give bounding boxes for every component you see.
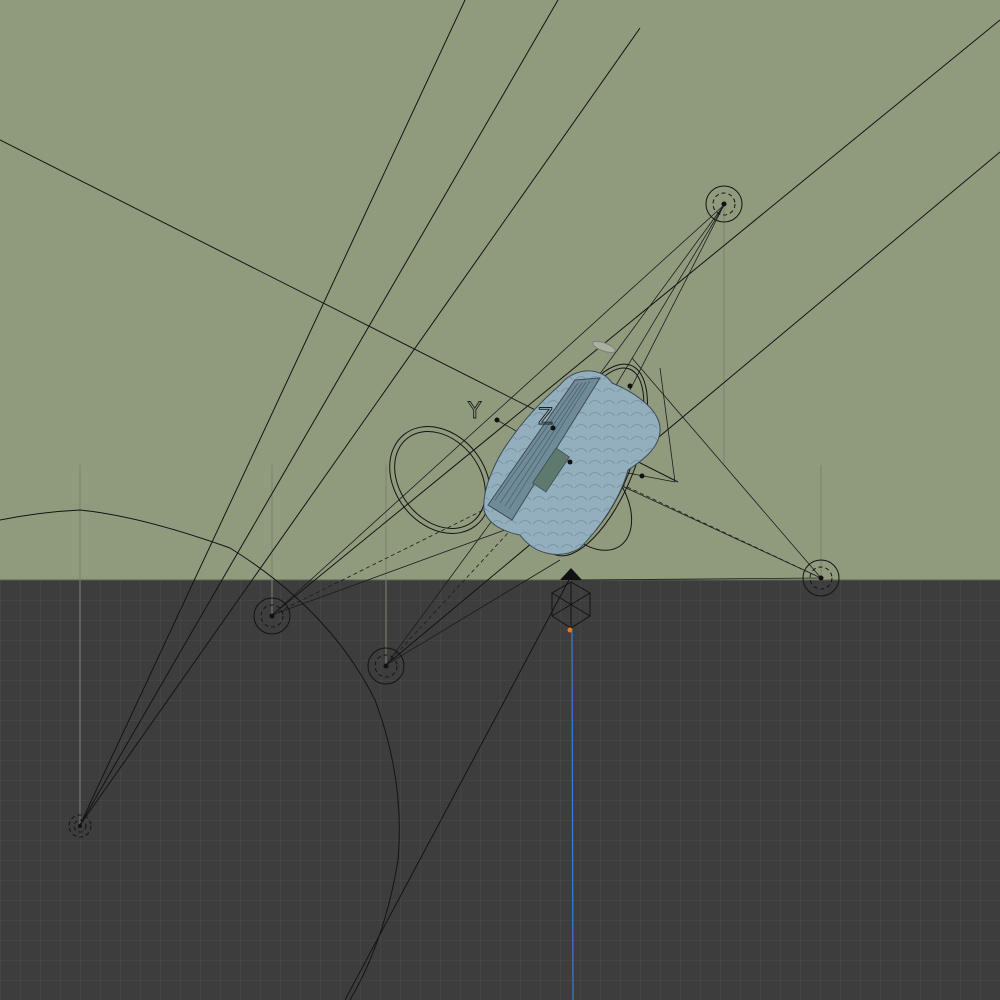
floor-grid	[0, 580, 1000, 1000]
axis-y-label: Y	[467, 399, 482, 424]
3d-viewport[interactable]: Y Z	[0, 0, 1000, 1000]
viewport-canvas[interactable]: Y Z	[0, 0, 1000, 1000]
axis-z-label: Z	[538, 405, 553, 430]
